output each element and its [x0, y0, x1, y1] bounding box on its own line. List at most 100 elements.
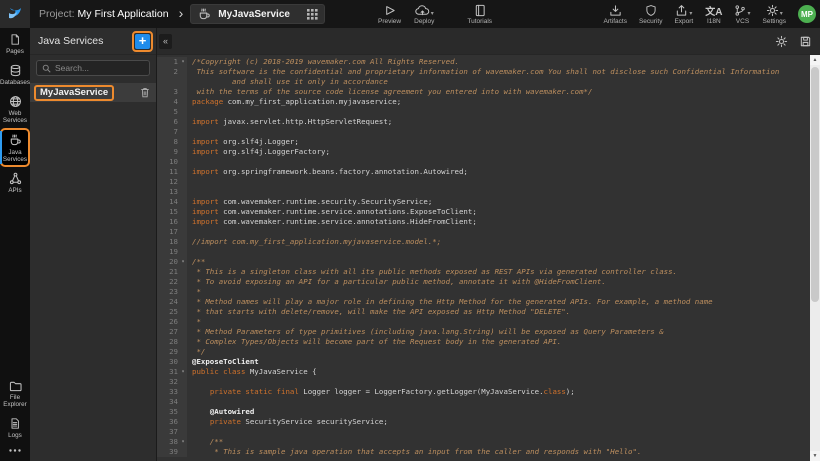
user-avatar[interactable]: MP	[798, 5, 816, 23]
save-button[interactable]	[799, 35, 812, 48]
line-number: 25	[157, 307, 179, 317]
search-box[interactable]	[36, 60, 150, 76]
code-line[interactable]: 30@ExposeToClient	[157, 357, 810, 367]
artifacts-button[interactable]: Artifacts	[603, 4, 626, 25]
code-line[interactable]: 12	[157, 177, 810, 187]
gutter-space	[179, 187, 187, 197]
scrollbar-thumb[interactable]	[811, 67, 819, 302]
code-line[interactable]: 38▾ /**	[157, 437, 810, 447]
code-line[interactable]: 32	[157, 377, 810, 387]
code-line[interactable]: 20▾/**	[157, 257, 810, 267]
gutter-space	[179, 87, 187, 97]
gutter-space	[179, 137, 187, 147]
fold-marker-icon[interactable]: ▾	[179, 367, 187, 377]
code-line[interactable]: 26 *	[157, 317, 810, 327]
sidebar-item-java-services[interactable]: Java Services	[0, 128, 30, 167]
gutter-space	[179, 287, 187, 297]
line-number: 35	[157, 407, 179, 417]
code-line[interactable]: 4package com.my_first_application.myjava…	[157, 97, 810, 107]
line-number: 24	[157, 297, 179, 307]
code-line[interactable]: 2 This software is the confidential and …	[157, 67, 810, 87]
code-line[interactable]: 14import com.wavemaker.runtime.security.…	[157, 197, 810, 207]
project-breadcrumb[interactable]: Project: My First Application	[39, 8, 169, 20]
code-line[interactable]: 28 * Complex Types/Objects will become p…	[157, 337, 810, 347]
code-line[interactable]: 35 @Autowired	[157, 407, 810, 417]
code-line[interactable]: 31▾public class MyJavaService {	[157, 367, 810, 377]
add-service-button[interactable]: +	[135, 34, 150, 49]
trash-icon[interactable]	[140, 87, 150, 98]
code-line[interactable]: 27 * Method Parameters of type primitive…	[157, 327, 810, 337]
code-line[interactable]: 29 */	[157, 347, 810, 357]
wavemaker-logo[interactable]	[0, 0, 30, 28]
line-number: 34	[157, 397, 179, 407]
code-line[interactable]: 37	[157, 427, 810, 437]
code-text: with the terms of the source code licens…	[187, 87, 810, 97]
code-line[interactable]: 21 * This is a singleton class with all …	[157, 267, 810, 277]
gutter-space	[179, 277, 187, 287]
code-line[interactable]: 24 * Method names will play a major role…	[157, 297, 810, 307]
code-area[interactable]: 1▾/*Copyright (c) 2018-2019 wavemaker.co…	[157, 55, 820, 461]
settings-button[interactable]: ▾Settings	[763, 4, 787, 25]
gutter-space	[179, 147, 187, 157]
code-line[interactable]: 22 * To avoid exposing an API for a part…	[157, 277, 810, 287]
code-line[interactable]: 6import javax.servlet.http.HttpServletRe…	[157, 117, 810, 127]
code-line[interactable]: 36 private SecurityService securityServi…	[157, 417, 810, 427]
gear-icon[interactable]	[775, 35, 788, 48]
deploy-button[interactable]: ▾Deploy	[414, 4, 434, 25]
code-line[interactable]: 3 with the terms of the source code lice…	[157, 87, 810, 97]
code-line[interactable]: 25 * that starts with delete/remove, wil…	[157, 307, 810, 317]
sidebar-item-logs[interactable]: Logs	[0, 412, 30, 443]
code-line[interactable]: 23 *	[157, 287, 810, 297]
service-name[interactable]: MyJavaService	[34, 85, 114, 101]
vertical-scrollbar[interactable]: ▲ ▼	[810, 55, 820, 461]
code-line[interactable]: 39 * This is sample java operation that …	[157, 447, 810, 457]
collapse-panel-button[interactable]: «	[159, 34, 172, 49]
code-line[interactable]: 17	[157, 227, 810, 237]
sidebar-item-pages[interactable]: Pages	[0, 28, 30, 59]
code-line[interactable]: 16import com.wavemaker.runtime.service.a…	[157, 217, 810, 227]
preview-button[interactable]: Preview	[378, 4, 401, 25]
code-line[interactable]: 18//import com.my_first_application.myja…	[157, 237, 810, 247]
code-line[interactable]: 1▾/*Copyright (c) 2018-2019 wavemaker.co…	[157, 57, 810, 67]
code-line[interactable]: 34	[157, 397, 810, 407]
tutorials-button[interactable]: Tutorials	[467, 4, 492, 25]
gutter-space	[179, 107, 187, 117]
code-line[interactable]: 8import org.slf4j.Logger;	[157, 137, 810, 147]
code-line[interactable]: 5	[157, 107, 810, 117]
gutter-space	[179, 197, 187, 207]
tab-myjavaservice[interactable]: MyJavaService	[190, 4, 325, 24]
line-number: 20	[157, 257, 179, 267]
vcs-button[interactable]: ▾VCS	[734, 4, 750, 25]
caret-down-icon: ▾	[780, 10, 783, 17]
code-line[interactable]: 19	[157, 247, 810, 257]
export-button[interactable]: ▾Export	[674, 4, 693, 25]
sidebar-item-more[interactable]	[0, 443, 30, 457]
fold-marker-icon[interactable]: ▾	[179, 437, 187, 447]
fold-marker-icon[interactable]: ▾	[179, 57, 187, 67]
code-text: @Autowired	[187, 407, 810, 417]
grid-icon[interactable]	[307, 9, 318, 20]
code-text: public class MyJavaService {	[187, 367, 810, 377]
chevron-right-icon[interactable]: ›	[179, 5, 184, 21]
code-line[interactable]: 33 private static final Logger logger = …	[157, 387, 810, 397]
code-line[interactable]: 13	[157, 187, 810, 197]
scroll-up-arrow[interactable]: ▲	[810, 55, 820, 65]
line-number: 18	[157, 237, 179, 247]
scroll-down-arrow[interactable]: ▼	[810, 451, 820, 461]
sidebar-item-apis[interactable]: APIs	[0, 167, 30, 198]
sidebar-item-file-explorer[interactable]: File Explorer	[0, 375, 30, 412]
service-list-item[interactable]: MyJavaService	[30, 83, 156, 102]
code-line[interactable]: 7	[157, 127, 810, 137]
i18n-button[interactable]: 文AI18N	[705, 4, 722, 25]
gutter-space	[179, 167, 187, 177]
sidebar-item-databases[interactable]: Databases	[0, 59, 30, 90]
search-input[interactable]	[55, 63, 144, 73]
code-line[interactable]: 11import org.springframework.beans.facto…	[157, 167, 810, 177]
page-icon	[9, 33, 21, 46]
sidebar-item-web-services[interactable]: Web Services	[0, 90, 30, 128]
code-line[interactable]: 10	[157, 157, 810, 167]
fold-marker-icon[interactable]: ▾	[179, 257, 187, 267]
security-button[interactable]: Security	[639, 4, 662, 25]
code-line[interactable]: 9import org.slf4j.LoggerFactory;	[157, 147, 810, 157]
code-line[interactable]: 15import com.wavemaker.runtime.service.a…	[157, 207, 810, 217]
